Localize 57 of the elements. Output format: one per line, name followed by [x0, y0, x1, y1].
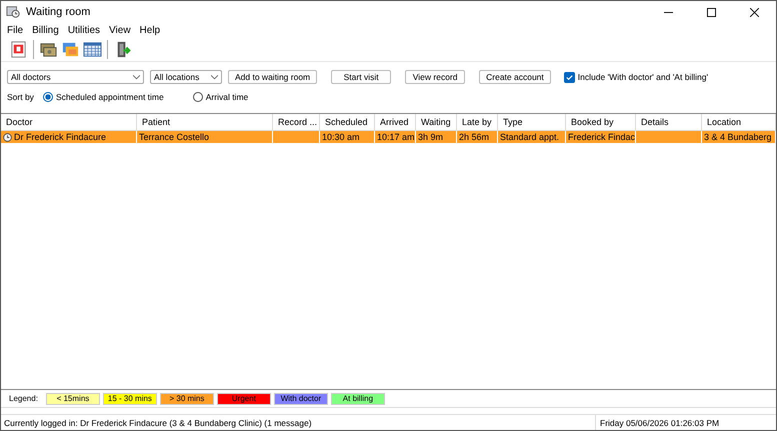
sort-label: Sort by: [7, 92, 35, 102]
table-cell: 3 & 4 Bundaberg: [704, 132, 772, 142]
radio-label: Arrival time: [206, 92, 248, 102]
checkbox[interactable]: [564, 72, 575, 82]
column-header[interactable]: Type: [498, 114, 566, 130]
location-dropdown[interactable]: All locations: [150, 70, 222, 84]
column-header[interactable]: Record ...: [273, 114, 320, 130]
table-row[interactable]: Dr Frederick Findacure Terrance Costello 10:30 am 10:17 am 3h 9m 2h 56m Standard appt. Frederick Findac 3 & 4 Bundaberg: [1, 131, 776, 143]
radio-label: Scheduled appointment time: [56, 92, 164, 102]
legend-swatch: < 15mins: [46, 392, 100, 404]
close-icon[interactable]: [750, 8, 759, 16]
doctor-dropdown[interactable]: All doctors: [7, 70, 144, 84]
column-header[interactable]: Late by: [457, 114, 498, 130]
column-header[interactable]: Arrived: [375, 114, 416, 130]
menu-item[interactable]: Help: [140, 24, 160, 36]
legend-swatch: 15 - 30 mins: [102, 392, 157, 404]
radio-button[interactable]: [43, 92, 53, 102]
legend-swatch: Urgent: [216, 392, 271, 404]
table-cell: 3h 9m: [418, 132, 444, 142]
legend-label: Legend:: [9, 394, 38, 403]
action-button[interactable]: Add to waiting room: [228, 70, 318, 84]
radio-button[interactable]: [192, 92, 203, 102]
menu-item[interactable]: File: [7, 24, 24, 36]
table-cell: Dr Frederick Findacure: [14, 132, 106, 142]
app-icon: [6, 5, 20, 19]
column-header[interactable]: Scheduled: [320, 114, 375, 130]
table-cell: 10:17 am: [377, 132, 415, 142]
table-cell: 2h 56m: [459, 132, 490, 142]
legend-swatch: > 30 mins: [160, 392, 214, 404]
date-time: Friday 05/06/2026 01:26:03 PM: [595, 415, 770, 430]
menu-item[interactable]: View: [109, 24, 131, 36]
calendar-icon[interactable]: [9, 40, 28, 58]
column-header[interactable]: Doctor: [1, 114, 137, 130]
menu-item[interactable]: Utilities: [68, 24, 100, 36]
table-cell: Terrance Costello: [139, 132, 210, 142]
action-button[interactable]: Create account: [479, 70, 551, 84]
table-cell: 10:30 am: [322, 132, 360, 142]
legend-swatch: With doctor: [274, 392, 328, 404]
checkbox-label: Include 'With doctor' and 'At billing': [578, 72, 708, 82]
legend-swatch: At billing: [330, 392, 385, 404]
menu-item[interactable]: Billing: [32, 24, 59, 36]
maximize-icon[interactable]: [707, 8, 716, 16]
column-header[interactable]: Waiting: [416, 114, 457, 130]
window-title: Waiting room: [26, 6, 90, 18]
action-button[interactable]: View record: [405, 70, 466, 84]
caret-icon: [211, 74, 218, 80]
action-button[interactable]: Start visit: [331, 70, 392, 84]
column-header[interactable]: Details: [636, 114, 702, 130]
table-cell: Standard appt.: [500, 132, 560, 142]
table-cell: Frederick Findac: [568, 132, 635, 142]
caret-icon: [133, 74, 140, 80]
column-header[interactable]: Booked by: [566, 114, 636, 130]
column-header[interactable]: Location: [702, 114, 776, 130]
login-status: Currently logged in: Dr Frederick Findacure (3 & 4 Bundaberg Clinic) (1 message): [3, 418, 313, 428]
clock-icon: [3, 132, 12, 142]
grid-icon[interactable]: [83, 40, 102, 58]
column-header[interactable]: Patient: [137, 114, 273, 130]
